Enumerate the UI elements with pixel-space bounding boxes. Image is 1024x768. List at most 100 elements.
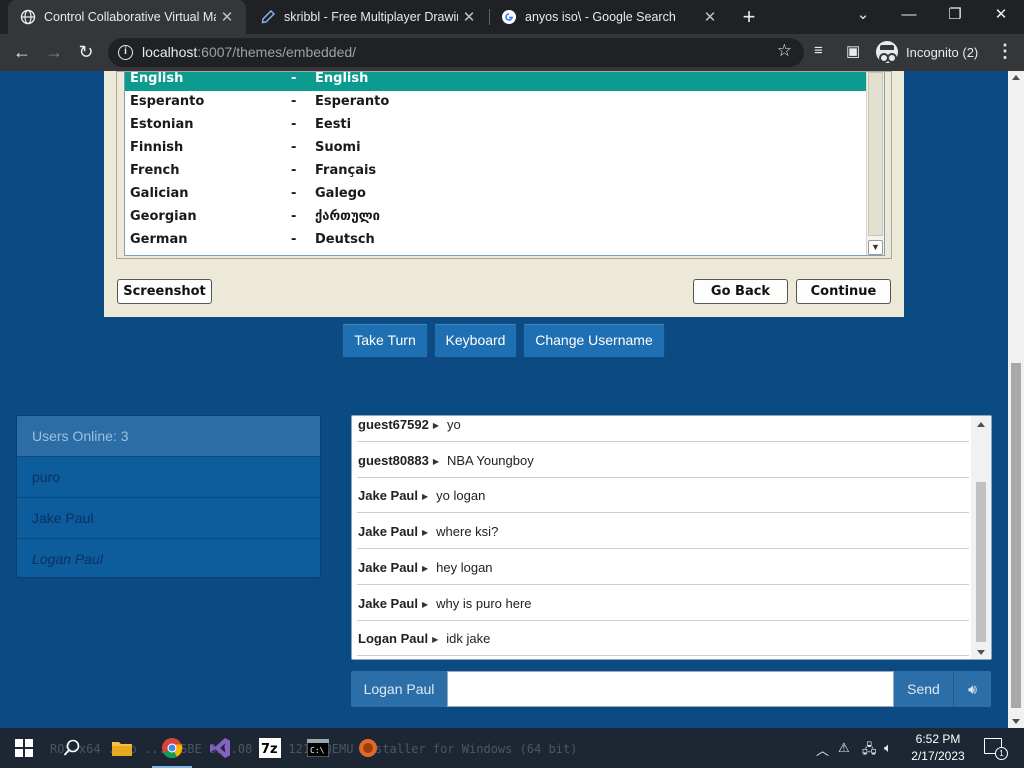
page-content: English - English Esperanto - Esperanto Estoni… [0,71,1008,728]
vm-screen[interactable]: English - English Esperanto - Esperanto Estoni… [104,71,904,317]
user-list-item[interactable]: puro [17,456,320,497]
take-turn-button[interactable]: Take Turn [342,323,428,358]
language-separator: - [291,186,297,201]
incognito-profile-button[interactable]: Incognito (2) [876,39,978,65]
chat-message-author[interactable]: Jake Paul [358,596,418,611]
tab-skribbl[interactable]: skribbl - Free Multiplayer Drawing & Gue… [248,0,488,34]
user-list-item[interactable]: Jake Paul [17,497,320,538]
language-list[interactable]: English - English Esperanto - Esperanto Estoni… [124,72,885,256]
forward-button[interactable]: → [40,38,68,66]
url-path: :6007/themes/embedded/ [197,44,357,60]
address-bar[interactable]: i localhost:6007/themes/embedded/ ☆ [108,38,804,67]
page-scroll-thumb[interactable] [1011,363,1021,708]
close-tab-icon[interactable]: ✕ [216,8,238,26]
scroll-up-arrow-icon[interactable] [1012,75,1020,80]
chat-message-line: guest80883 ▶ NBA Youngboy [358,453,534,468]
chat-arrow-icon: ▶ [422,528,429,538]
minimize-button[interactable]: — [886,0,932,34]
close-tab-icon[interactable]: ✕ [699,8,721,26]
chrome-button[interactable] [148,728,196,768]
language-list-scroll-thumb[interactable] [868,72,883,236]
site-info-icon[interactable]: i [118,45,133,60]
language-item[interactable]: Esperanto - Esperanto [125,91,867,114]
command-prompt-button[interactable]: C:\ [294,728,342,768]
language-english-name: German [130,232,188,247]
language-native-name: Eesti [315,117,352,132]
language-item[interactable]: German - Deutsch [125,229,867,252]
menu-kebab-icon[interactable]: ⋮ [996,41,1014,62]
visual-studio-button[interactable] [196,728,244,768]
language-item-selected[interactable]: English - English [125,72,867,91]
bookmark-star-icon[interactable]: ☆ [777,41,792,61]
change-username-button[interactable]: Change Username [523,323,665,358]
chat-message-author[interactable]: Jake Paul [358,560,418,575]
qemu-button[interactable] [344,728,392,768]
chat-message-author[interactable]: guest67592 [358,417,429,432]
language-item[interactable]: Finnish - Suomi [125,137,867,160]
volume-icon[interactable]: 🔈︎ [884,740,892,756]
svg-text:C:\: C:\ [310,746,325,755]
system-clock[interactable]: 6:52 PM 2/17/2023 [906,731,970,765]
close-tab-icon[interactable]: ✕ [458,8,480,26]
chat-message-author[interactable]: Logan Paul [358,631,428,646]
scroll-down-arrow-icon[interactable] [1012,719,1020,724]
restore-button[interactable]: ❐ [932,0,978,34]
language-item[interactable]: Galician - Galego [125,183,867,206]
screenshot-button[interactable]: Screenshot [117,279,212,304]
language-selection-group: English - English Esperanto - Esperanto Estoni… [116,71,892,259]
chat-message-author[interactable]: guest80883 [358,453,429,468]
notification-count-badge: 1 [995,747,1008,760]
users-online-header: Users Online: 3 [17,416,320,456]
chat-message-author[interactable]: Jake Paul [358,524,418,539]
search-icon [63,739,80,756]
browser-toolbar: ← → ↻ i localhost:6007/themes/embedded/ … [0,34,1024,71]
chat-log[interactable]: guest67592 ▶ yo guest80883 ▶ NBA Youngboy Jake… [351,415,992,660]
user-list-item-current[interactable]: Logan Paul [17,538,320,577]
chevron-up-icon[interactable]: ︿ [816,740,829,759]
chat-message: Jake Paul ▶ why is puro here [357,585,969,621]
back-button[interactable]: ← [8,38,36,66]
reload-button[interactable]: ↻ [72,38,100,66]
keyboard-button[interactable]: Keyboard [434,323,517,358]
language-item[interactable]: Georgian - ქართული [125,206,867,229]
send-button[interactable]: Send [894,671,953,707]
close-window-button[interactable]: ✕ [978,0,1024,34]
scroll-down-arrow-icon[interactable]: ▼ [868,240,883,255]
page-scrollbar[interactable] [1008,71,1024,728]
language-separator: - [291,94,297,109]
chat-scrollbar[interactable] [971,416,991,659]
tab-google-search[interactable]: anyos iso\ - Google Search ✕ [489,0,729,34]
network-icon[interactable]: 🖧︎ [862,740,877,762]
language-item[interactable]: French - Français [125,160,867,183]
side-panel-icon[interactable]: ▣ [846,42,860,60]
network-warning-icon[interactable]: ⚠ [838,740,850,756]
reading-list-icon[interactable]: ≡ [814,42,823,59]
tab-control-vm[interactable]: Control Collaborative Virtual Machines ✕ [8,0,246,34]
chat-input[interactable] [447,671,894,707]
language-separator: - [291,163,297,178]
volume-button[interactable]: 🔊︎ [953,671,991,707]
language-native-name: Galego [315,186,366,201]
language-separator: - [291,232,297,247]
7zip-button[interactable]: 7z [246,728,294,768]
language-item[interactable]: Estonian - Eesti [125,114,867,137]
file-explorer-button[interactable] [98,728,146,768]
scroll-up-arrow-icon[interactable] [977,422,985,427]
chat-scroll-thumb[interactable] [976,482,986,642]
language-list-scrollbar[interactable]: ▼ [866,72,884,255]
language-english-name: Galician [130,186,189,201]
start-button[interactable] [0,728,48,768]
language-separator: - [291,117,297,132]
continue-button[interactable]: Continue [796,279,891,304]
speaker-icon: 🔊︎ [968,681,977,697]
notification-center-icon[interactable]: 1 [984,738,1008,760]
tab-search-icon[interactable]: ⌄ [840,0,886,34]
new-tab-button[interactable]: + [737,4,761,30]
chat-message-author[interactable]: Jake Paul [358,488,418,503]
search-button[interactable] [48,728,96,768]
scroll-down-arrow-icon[interactable] [977,650,985,655]
chat-message: Jake Paul ▶ hey logan [357,549,969,585]
chat-arrow-icon: ▶ [432,635,439,645]
go-back-button[interactable]: Go Back [693,279,788,304]
chat-message-line: Logan Paul ▶ idk jake [358,631,490,646]
